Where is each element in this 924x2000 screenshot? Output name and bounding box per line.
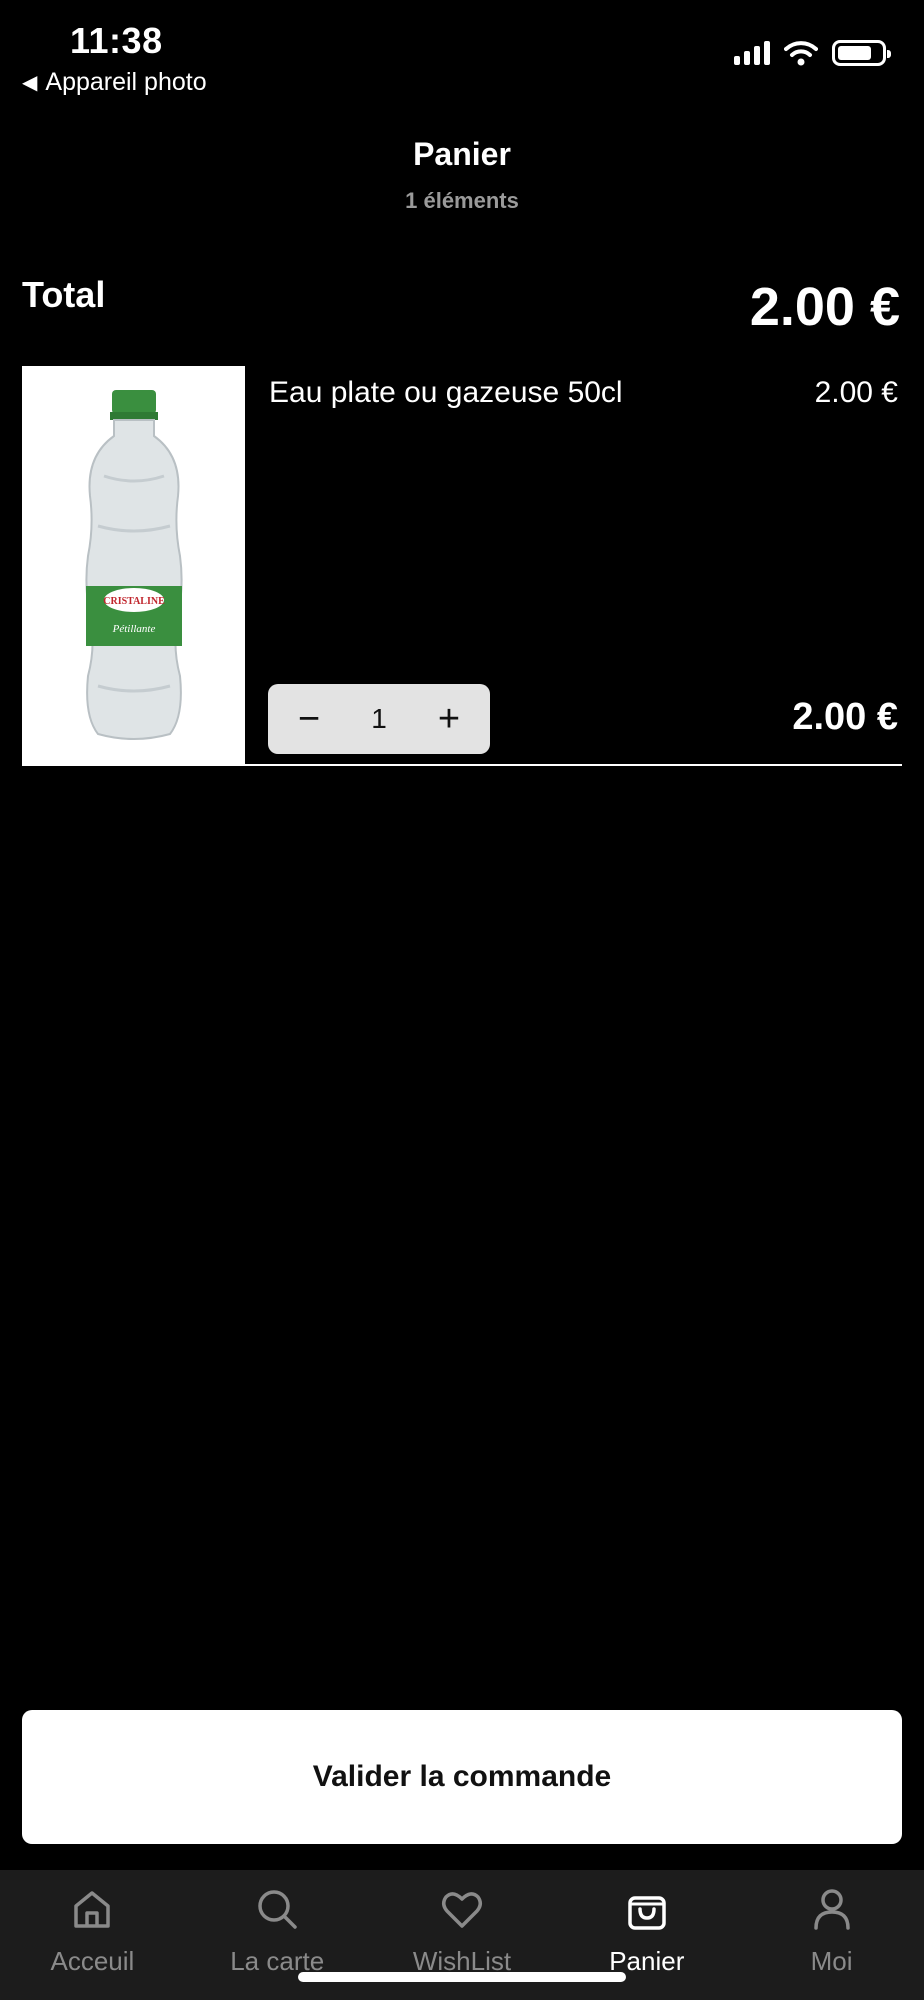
home-icon: [74, 1891, 111, 1928]
bottle-tagline: Pétillante: [111, 623, 155, 635]
item-unit-price: 2.00 €: [814, 376, 898, 409]
decrease-quantity-button[interactable]: −: [294, 700, 324, 738]
bag-icon: [628, 1896, 666, 1930]
user-icon: [813, 1889, 850, 1930]
back-to-camera-link[interactable]: ◀ Appareil photo: [22, 68, 207, 97]
item-line-total: 2.00 €: [792, 696, 898, 738]
water-bottle-icon: CRISTALINE Pétillante: [84, 390, 183, 740]
page-title: Panier: [413, 136, 511, 172]
back-label: Appareil photo: [45, 68, 207, 96]
increase-quantity-button[interactable]: +: [434, 700, 464, 738]
back-triangle-icon: ◀: [22, 72, 38, 94]
tab-home[interactable]: Acceuil: [0, 1870, 185, 2000]
home-indicator[interactable]: [298, 1972, 626, 1982]
quantity-value: 1: [371, 703, 387, 734]
heart-icon: [441, 1892, 482, 1928]
quantity-stepper: − 1 +: [268, 684, 490, 754]
status-time: 11:38: [70, 20, 163, 61]
total-value: 2.00 €: [749, 277, 900, 337]
product-image: CRISTALINE Pétillante: [22, 366, 245, 766]
tab-profile[interactable]: Moi: [739, 1870, 924, 2000]
search-icon: [258, 1890, 297, 1929]
battery-icon: [832, 40, 891, 66]
tab-label: Moi: [810, 1946, 853, 1976]
item-name: Eau plate ou gazeuse 50cl: [269, 376, 623, 409]
item-count: 1 éléments: [405, 188, 519, 213]
wifi-icon: [784, 41, 818, 66]
validate-order-button[interactable]: Valider la commande: [22, 1710, 902, 1844]
cart-item: CRISTALINE Pétillante Eau plate ou gazeu…: [22, 366, 902, 766]
signal-icon: [734, 41, 770, 65]
status-icons: [734, 40, 891, 66]
bottle-brand: CRISTALINE: [103, 596, 165, 607]
tab-label: Acceuil: [50, 1946, 135, 1976]
total-label: Total: [22, 274, 106, 315]
